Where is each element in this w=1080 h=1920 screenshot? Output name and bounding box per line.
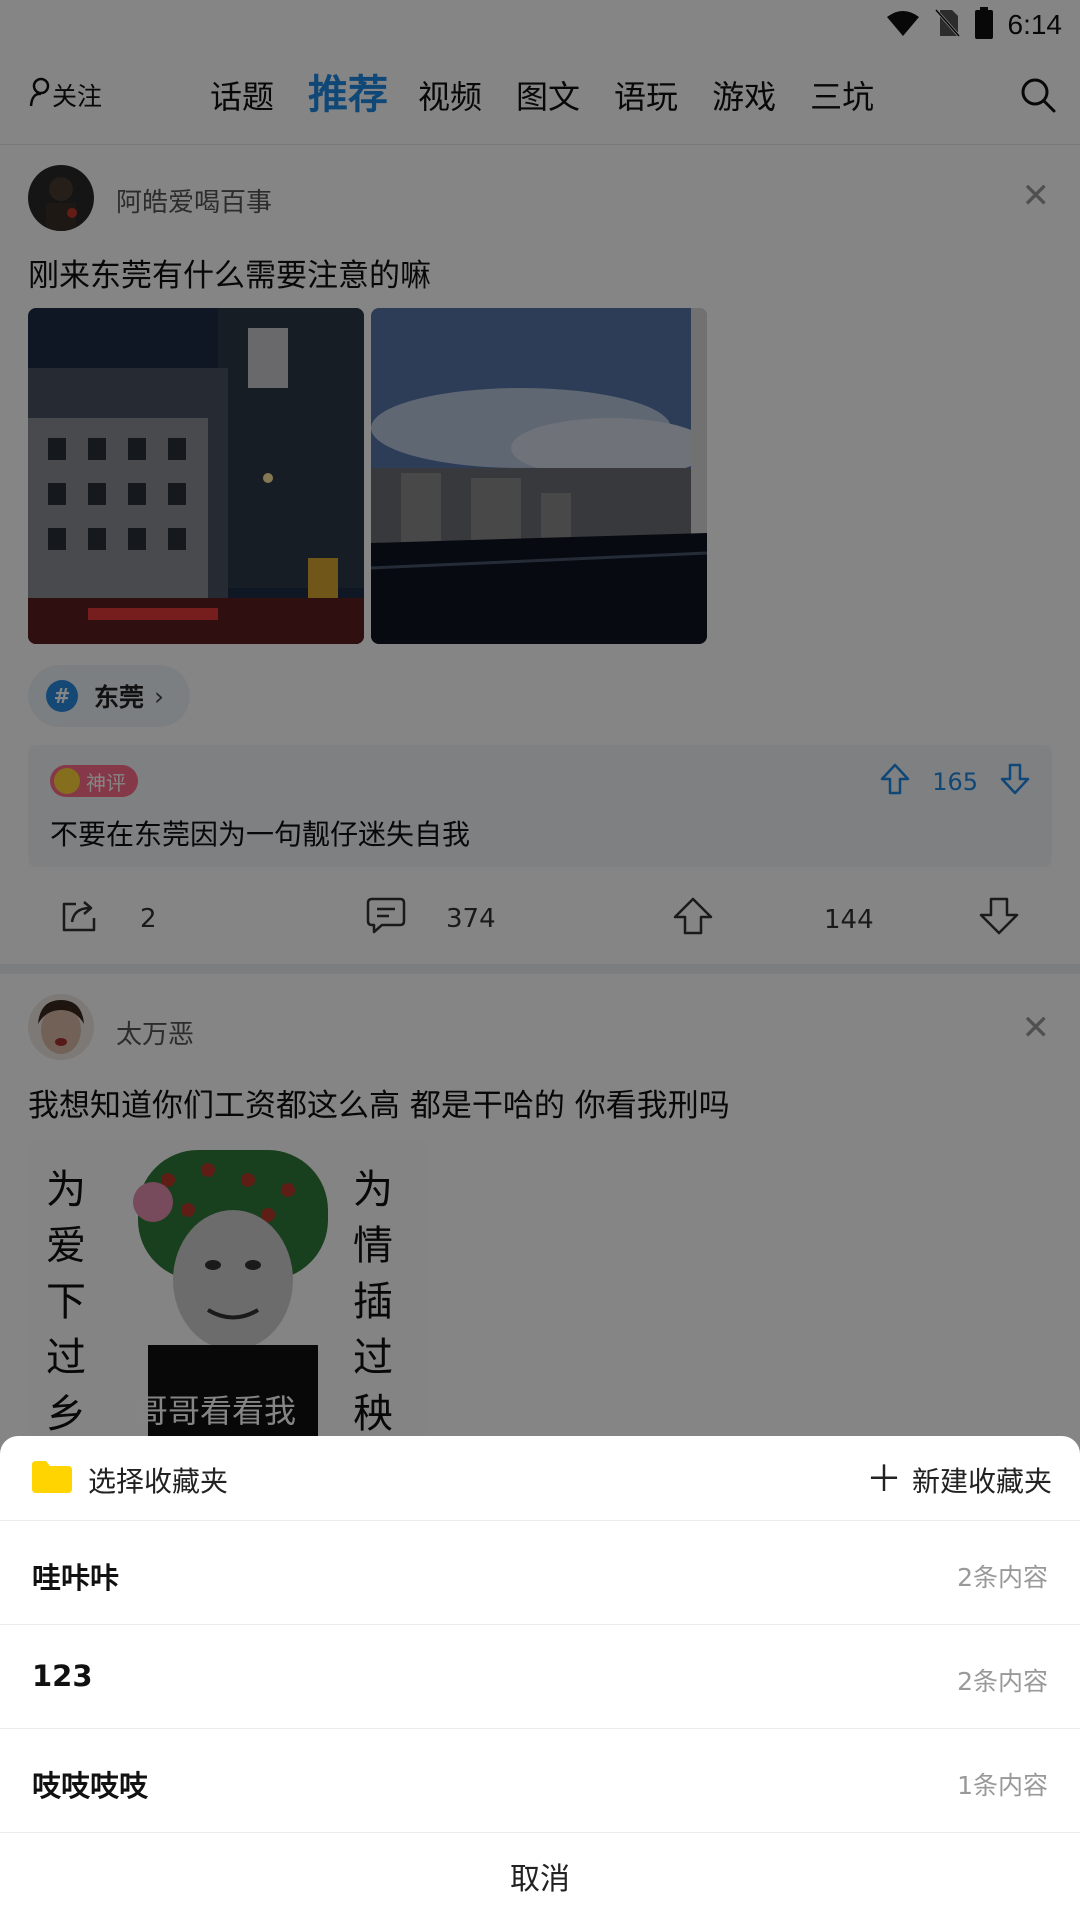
folder-count: 1条内容	[957, 1771, 1048, 1800]
folder-count: 2条内容	[957, 1563, 1048, 1592]
folder-icon	[32, 1460, 72, 1500]
folder-item[interactable]: 哇咔咔 2条内容	[0, 1521, 1080, 1625]
sheet-title: 选择收藏夹	[88, 1465, 229, 1498]
plus-icon: ＋	[865, 1459, 902, 1500]
new-folder-label: 新建收藏夹	[911, 1465, 1052, 1498]
favorite-folder-sheet: 选择收藏夹 ＋ 新建收藏夹 哇咔咔 2条内容 123 2条内容 吱吱吱吱 1条内…	[0, 1436, 1080, 1920]
cancel-button[interactable]: 取消	[0, 1840, 1080, 1920]
folder-name: 吱吱吱吱	[32, 1769, 149, 1803]
sheet-header: 选择收藏夹 ＋ 新建收藏夹	[0, 1436, 1080, 1521]
folder-name: 123	[32, 1659, 93, 1693]
folder-count: 2条内容	[957, 1667, 1048, 1696]
folder-item[interactable]: 吱吱吱吱 1条内容	[0, 1729, 1080, 1833]
folder-name: 哇咔咔	[32, 1561, 120, 1595]
folder-item[interactable]: 123 2条内容	[0, 1625, 1080, 1729]
new-folder-button[interactable]: ＋ 新建收藏夹	[866, 1460, 1052, 1500]
